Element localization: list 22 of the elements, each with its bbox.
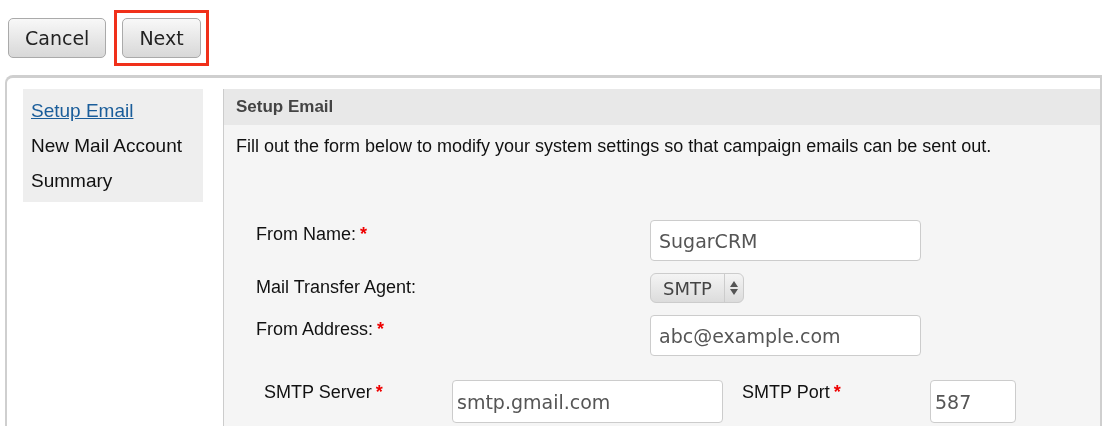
- mta-select[interactable]: SMTP: [650, 273, 744, 303]
- panel-title: Setup Email: [236, 96, 334, 119]
- required-asterisk: *: [377, 318, 385, 341]
- text-field[interactable]: SugarCRM: [650, 220, 921, 261]
- up-down-caret-icon: [728, 280, 739, 296]
- form-button[interactable]: Next: [122, 18, 201, 58]
- field-label: Mail Transfer Agent:: [256, 276, 417, 299]
- field-label: From Address:: [256, 318, 374, 341]
- text-field[interactable]: smtp.gmail.com: [452, 380, 723, 423]
- sidebar-step: New Mail Account: [31, 128, 195, 163]
- sidebar-step[interactable]: Setup Email: [31, 93, 195, 128]
- field-label: SMTP Server: [264, 381, 372, 404]
- required-asterisk: *: [833, 381, 841, 404]
- text-field[interactable]: 587: [930, 380, 1016, 423]
- required-asterisk: *: [360, 223, 368, 246]
- form-button[interactable]: Cancel: [8, 18, 107, 58]
- text-field[interactable]: abc@example.com: [650, 315, 921, 356]
- field-label: SMTP Port: [742, 381, 830, 404]
- sidebar-step: Summary: [31, 163, 195, 198]
- panel-description: Fill out the form below to modify your system settings so that campaign emails can be sent out.: [235, 135, 993, 158]
- field-label: From Name:: [256, 223, 356, 246]
- required-asterisk: *: [375, 381, 383, 404]
